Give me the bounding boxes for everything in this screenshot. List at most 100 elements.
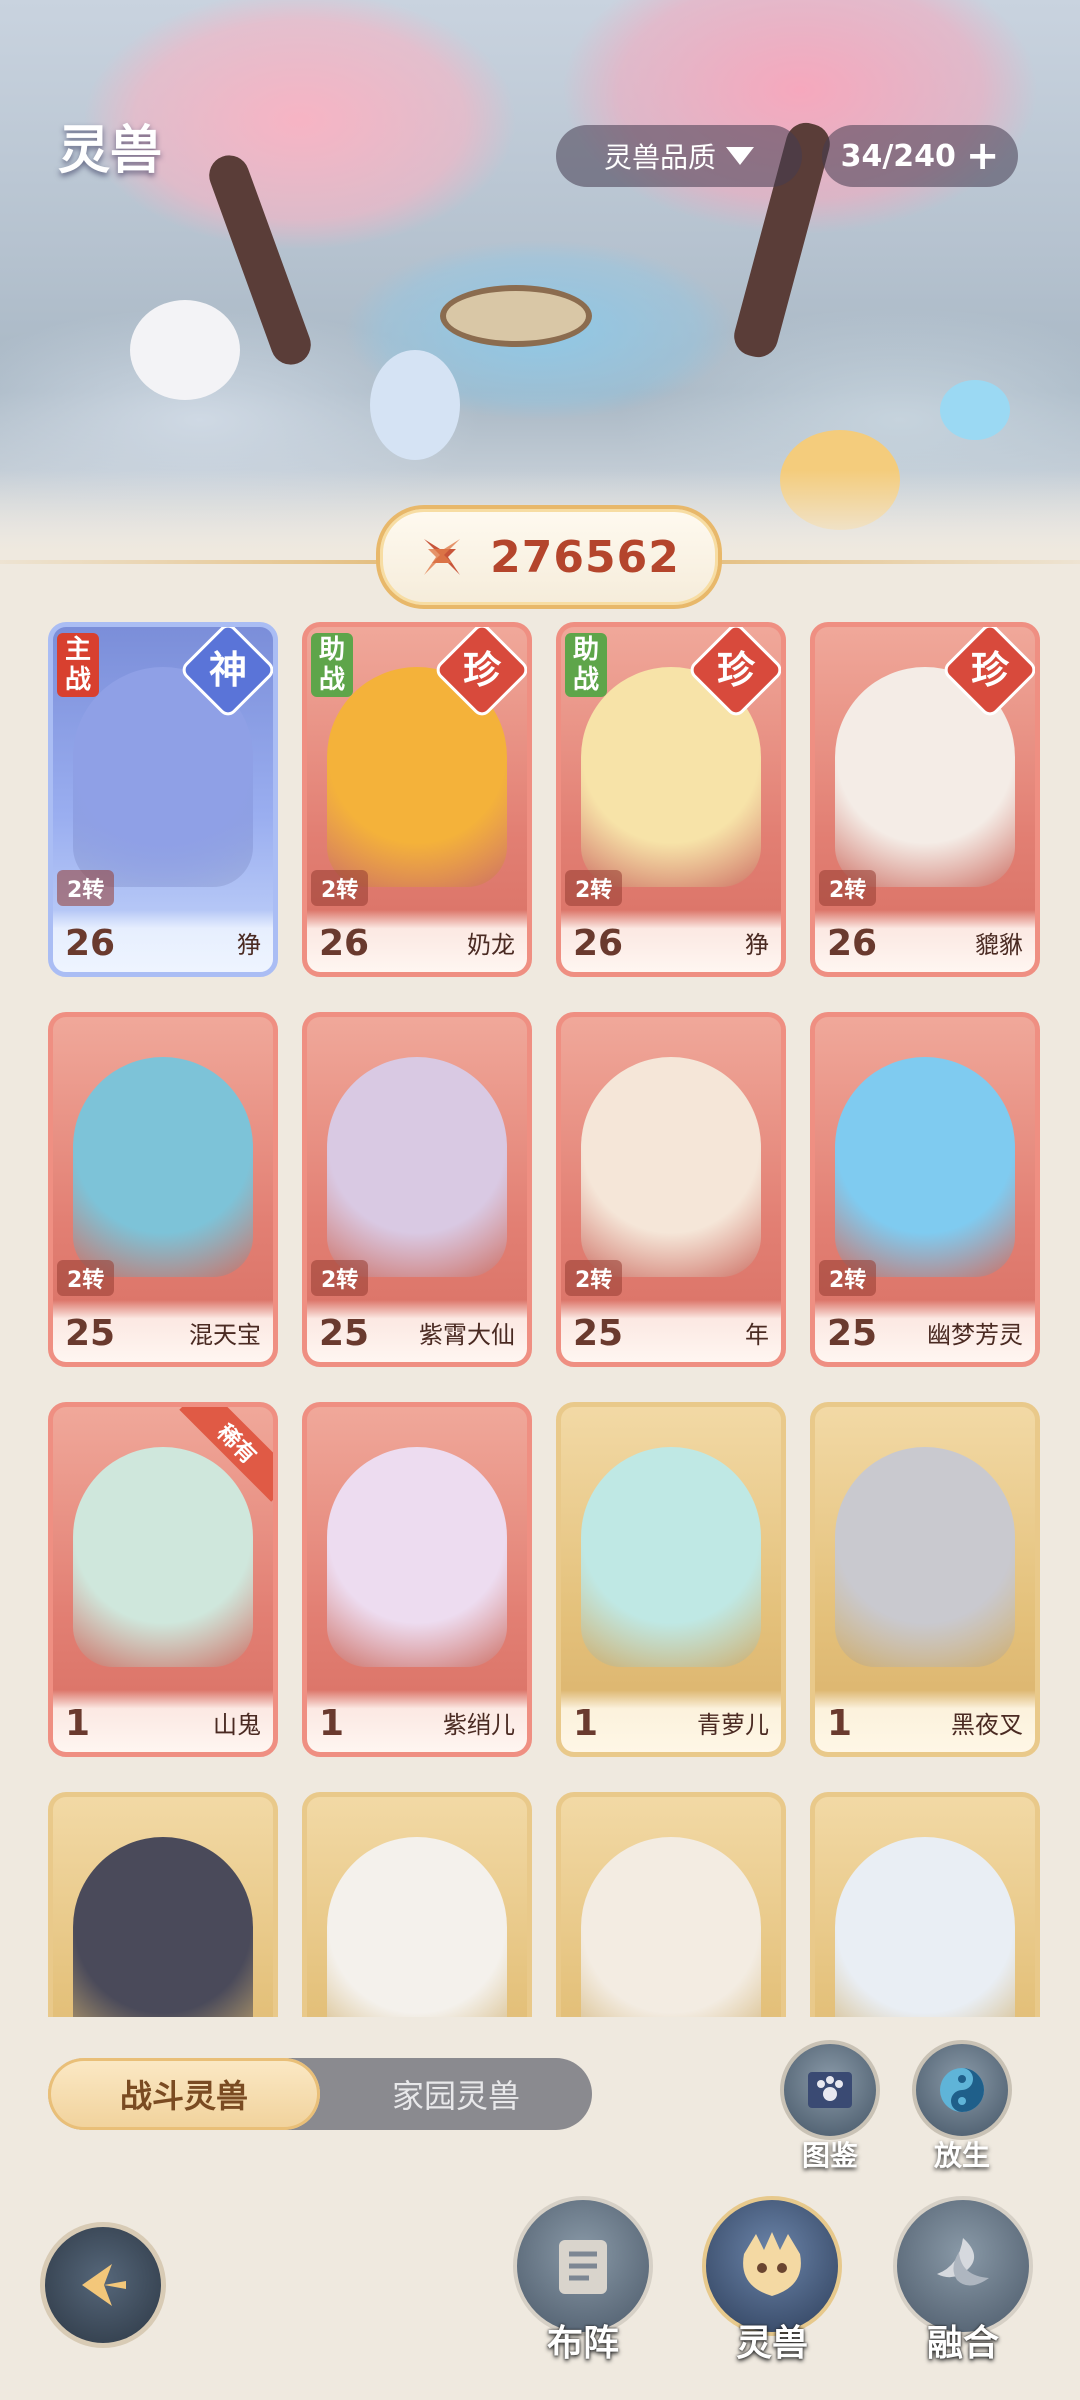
beast-level: 1: [573, 1703, 599, 1744]
nav-fusion[interactable]: 融合: [893, 2196, 1033, 2366]
paw-book-icon: [808, 2072, 852, 2108]
beast-card[interactable]: 2转 25 紫霄大仙: [302, 1012, 532, 1367]
beast-portrait: [835, 1057, 1015, 1277]
release-button[interactable]: 放生: [912, 2040, 1012, 2174]
release-label: 放生: [933, 2139, 990, 2172]
beast-level: 26: [65, 923, 116, 964]
fusion-swirl-icon: [937, 2238, 989, 2286]
beast-name: 山鬼: [213, 1711, 261, 1739]
beast-name: 狰: [237, 931, 261, 959]
beast-level: 1: [65, 1703, 91, 1744]
yin-yang-icon: [940, 2068, 984, 2112]
scroll-icon: [559, 2240, 607, 2294]
beast-card[interactable]: 1 青萝儿: [556, 1402, 786, 1757]
quality-filter-button[interactable]: 灵兽品质: [556, 125, 802, 187]
tab-battle-beasts[interactable]: 战斗灵兽: [48, 2058, 320, 2130]
power-icon: [424, 539, 461, 575]
beast-portrait: [73, 1057, 253, 1277]
beast-card[interactable]: 2转 25 混天宝: [48, 1012, 278, 1367]
beast-tabbar: 战斗灵兽 家园灵兽: [48, 2058, 592, 2130]
beast-card[interactable]: [302, 1792, 532, 2017]
beast-portrait: [835, 1837, 1015, 2017]
rebirth-badge: 2转: [311, 870, 369, 906]
tier-badge: 珍: [462, 648, 501, 692]
beast-card[interactable]: 1 黑夜叉: [810, 1402, 1040, 1757]
beast-level: 25: [65, 1313, 116, 1354]
beast-level: 25: [827, 1313, 878, 1354]
beast-card[interactable]: 珍 助战 2转 26 狰: [556, 622, 786, 977]
plus-icon: +: [965, 133, 1000, 179]
back-button[interactable]: [40, 2222, 166, 2348]
beast-portrait: [327, 1447, 507, 1667]
page-title: 灵兽: [58, 121, 163, 181]
nav-beasts[interactable]: 灵兽: [702, 2196, 842, 2366]
beast-name: 幽梦芳灵: [927, 1321, 1023, 1349]
beast-portrait: [581, 1057, 761, 1277]
beast-card[interactable]: 神 主战 2转 26 狰: [48, 622, 278, 977]
beast-name: 年: [745, 1321, 769, 1349]
nav-beasts-label: 灵兽: [735, 2323, 808, 2364]
nav-fusion-label: 融合: [926, 2323, 999, 2364]
codex-label: 图鉴: [801, 2139, 858, 2172]
beast-name: 混天宝: [189, 1321, 261, 1349]
rebirth-badge: 2转: [57, 870, 115, 906]
codex-button[interactable]: 图鉴: [780, 2040, 880, 2174]
rebirth-badge: 2转: [565, 1260, 623, 1296]
beast-level: 26: [827, 923, 878, 964]
beast-level: 1: [827, 1703, 853, 1744]
beast-card[interactable]: 珍 助战 2转 26 奶龙: [302, 622, 532, 977]
beast-card[interactable]: [556, 1792, 786, 2017]
beast-portrait: [327, 1837, 507, 2017]
beast-portrait: [581, 1447, 761, 1667]
beast-card[interactable]: 2转 25 幽梦芳灵: [810, 1012, 1040, 1367]
capacity-button[interactable]: 34/240 +: [822, 125, 1018, 187]
beast-card[interactable]: 2转 25 年: [556, 1012, 786, 1367]
beast-level: 25: [319, 1313, 370, 1354]
power-display: 276562: [376, 505, 722, 609]
beast-level: 25: [573, 1313, 624, 1354]
nav-formation-label: 布阵: [546, 2323, 619, 2364]
beast-card[interactable]: [810, 1792, 1040, 2017]
beast-name: 紫绡儿: [443, 1711, 515, 1739]
chevron-down-icon: [726, 147, 754, 165]
beast-level: 26: [573, 923, 624, 964]
rebirth-badge: 2转: [819, 870, 877, 906]
power-value: 276562: [490, 531, 680, 583]
beast-card[interactable]: 稀有 1 山鬼: [48, 1402, 278, 1757]
beast-card[interactable]: [48, 1792, 278, 2017]
beast-name: 貔貅: [975, 931, 1023, 959]
beast-card[interactable]: 1 紫绡儿: [302, 1402, 532, 1757]
scene-background: [0, 0, 1080, 560]
beast-level: 1: [319, 1703, 345, 1744]
beast-name: 奶龙: [467, 931, 515, 959]
tab-home-beasts[interactable]: 家园灵兽: [320, 2058, 592, 2130]
role-badge: 助战: [311, 633, 353, 697]
beast-card[interactable]: 珍 2转 26 貔貅: [810, 622, 1040, 977]
role-badge: 助战: [565, 633, 607, 697]
beast-portrait: [73, 1447, 253, 1667]
capacity-count: 34/240: [840, 138, 956, 174]
back-arrow-icon: [82, 2264, 126, 2306]
beast-portrait: [581, 1837, 761, 2017]
beast-portrait: [327, 1057, 507, 1277]
beast-name: 青萝儿: [697, 1711, 769, 1739]
rebirth-badge: 2转: [57, 1260, 115, 1296]
rebirth-badge: 2转: [565, 870, 623, 906]
tier-badge: 珍: [970, 648, 1009, 692]
white-creature: [130, 300, 240, 400]
beast-level: 26: [319, 923, 370, 964]
beast-grid: 神主战 2转 26 狰珍助战 2转 26 奶龙珍助战 2转 26 狰珍 2转 26 貔貅 2转 25 混天宝 2…: [48, 622, 1046, 2017]
tier-badge: 神: [208, 648, 247, 692]
nav-formation[interactable]: 布阵: [513, 2196, 653, 2366]
beast-portrait: [835, 1447, 1015, 1667]
spirit-creature: [940, 380, 1010, 440]
rebirth-badge: 2转: [311, 1260, 369, 1296]
fox-creature: [370, 350, 460, 460]
tier-badge: 珍: [716, 648, 755, 692]
beast-portrait: [73, 1837, 253, 2017]
rebirth-badge: 2转: [819, 1260, 877, 1296]
quality-filter-label: 灵兽品质: [603, 141, 716, 174]
beast-name: 狰: [745, 931, 769, 959]
role-badge: 主战: [57, 633, 99, 697]
beast-head-icon: [743, 2232, 801, 2296]
